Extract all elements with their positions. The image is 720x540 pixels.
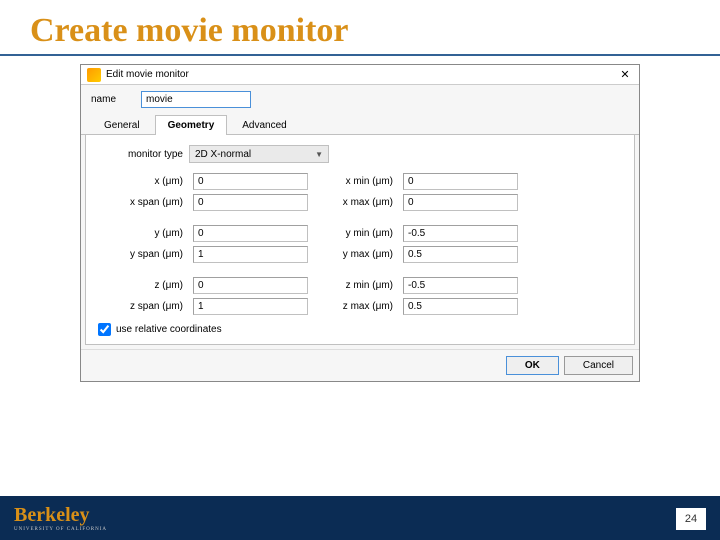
monitor-type-row: monitor type 2D X-normal ▼	[98, 145, 622, 163]
ok-button[interactable]: OK	[506, 356, 559, 375]
ymin-label: y min (μm)	[318, 225, 393, 242]
xspan-input[interactable]	[193, 194, 308, 211]
ymax-input[interactable]	[403, 246, 518, 263]
zmin-label: z min (μm)	[318, 277, 393, 294]
xmin-input[interactable]	[403, 173, 518, 190]
dialog-body: name General Geometry Advanced monitor t…	[81, 85, 639, 345]
x-input[interactable]	[193, 173, 308, 190]
xmax-input[interactable]	[403, 194, 518, 211]
relative-coords-label: use relative coordinates	[116, 324, 222, 335]
tab-content-geometry: monitor type 2D X-normal ▼ x (μm) x min …	[85, 135, 635, 345]
z-label: z (μm)	[98, 277, 183, 294]
zmax-label: z max (μm)	[318, 298, 393, 315]
relative-coords-checkbox[interactable]	[98, 323, 111, 336]
relative-coords-row: use relative coordinates	[98, 323, 622, 336]
slide-title: Create movie monitor	[0, 0, 720, 56]
dialog-title: Edit movie monitor	[106, 69, 617, 80]
monitor-type-label: monitor type	[98, 149, 183, 160]
monitor-type-value: 2D X-normal	[195, 149, 251, 160]
z-input[interactable]	[193, 277, 308, 294]
tab-advanced[interactable]: Advanced	[229, 115, 299, 135]
close-icon[interactable]: ✕	[617, 67, 633, 83]
page-number: 24	[676, 508, 706, 530]
berkeley-logo: Berkeley UNIVERSITY OF CALIFORNIA	[14, 505, 107, 532]
zmin-input[interactable]	[403, 277, 518, 294]
dialog-footer: OK Cancel	[81, 349, 639, 381]
xmin-label: x min (μm)	[318, 173, 393, 190]
zspan-input[interactable]	[193, 298, 308, 315]
name-row: name	[81, 85, 639, 114]
name-label: name	[91, 94, 141, 105]
tab-general[interactable]: General	[91, 115, 153, 135]
logo-text: Berkeley	[14, 505, 107, 525]
coord-grid-x: x (μm) x min (μm) x span (μm) x max (μm)	[98, 173, 622, 211]
xmax-label: x max (μm)	[318, 194, 393, 211]
yspan-label: y span (μm)	[98, 246, 183, 263]
xspan-label: x span (μm)	[98, 194, 183, 211]
name-input[interactable]	[141, 91, 251, 108]
dialog-edit-movie-monitor: Edit movie monitor ✕ name General Geomet…	[80, 64, 640, 382]
tabs: General Geometry Advanced	[81, 114, 639, 135]
tab-geometry[interactable]: Geometry	[155, 115, 228, 135]
cancel-button[interactable]: Cancel	[564, 356, 633, 375]
coord-grid-y: y (μm) y min (μm) y span (μm) y max (μm)	[98, 225, 622, 263]
footer-bar: Berkeley UNIVERSITY OF CALIFORNIA 24	[0, 496, 720, 540]
coord-grid-z: z (μm) z min (μm) z span (μm) z max (μm)	[98, 277, 622, 315]
yspan-input[interactable]	[193, 246, 308, 263]
dialog-titlebar: Edit movie monitor ✕	[81, 65, 639, 85]
app-icon	[87, 68, 101, 82]
y-label: y (μm)	[98, 225, 183, 242]
ymax-label: y max (μm)	[318, 246, 393, 263]
ymin-input[interactable]	[403, 225, 518, 242]
logo-subtext: UNIVERSITY OF CALIFORNIA	[14, 527, 107, 532]
chevron-down-icon: ▼	[315, 150, 323, 159]
zmax-input[interactable]	[403, 298, 518, 315]
x-label: x (μm)	[98, 173, 183, 190]
zspan-label: z span (μm)	[98, 298, 183, 315]
y-input[interactable]	[193, 225, 308, 242]
monitor-type-dropdown[interactable]: 2D X-normal ▼	[189, 145, 329, 163]
